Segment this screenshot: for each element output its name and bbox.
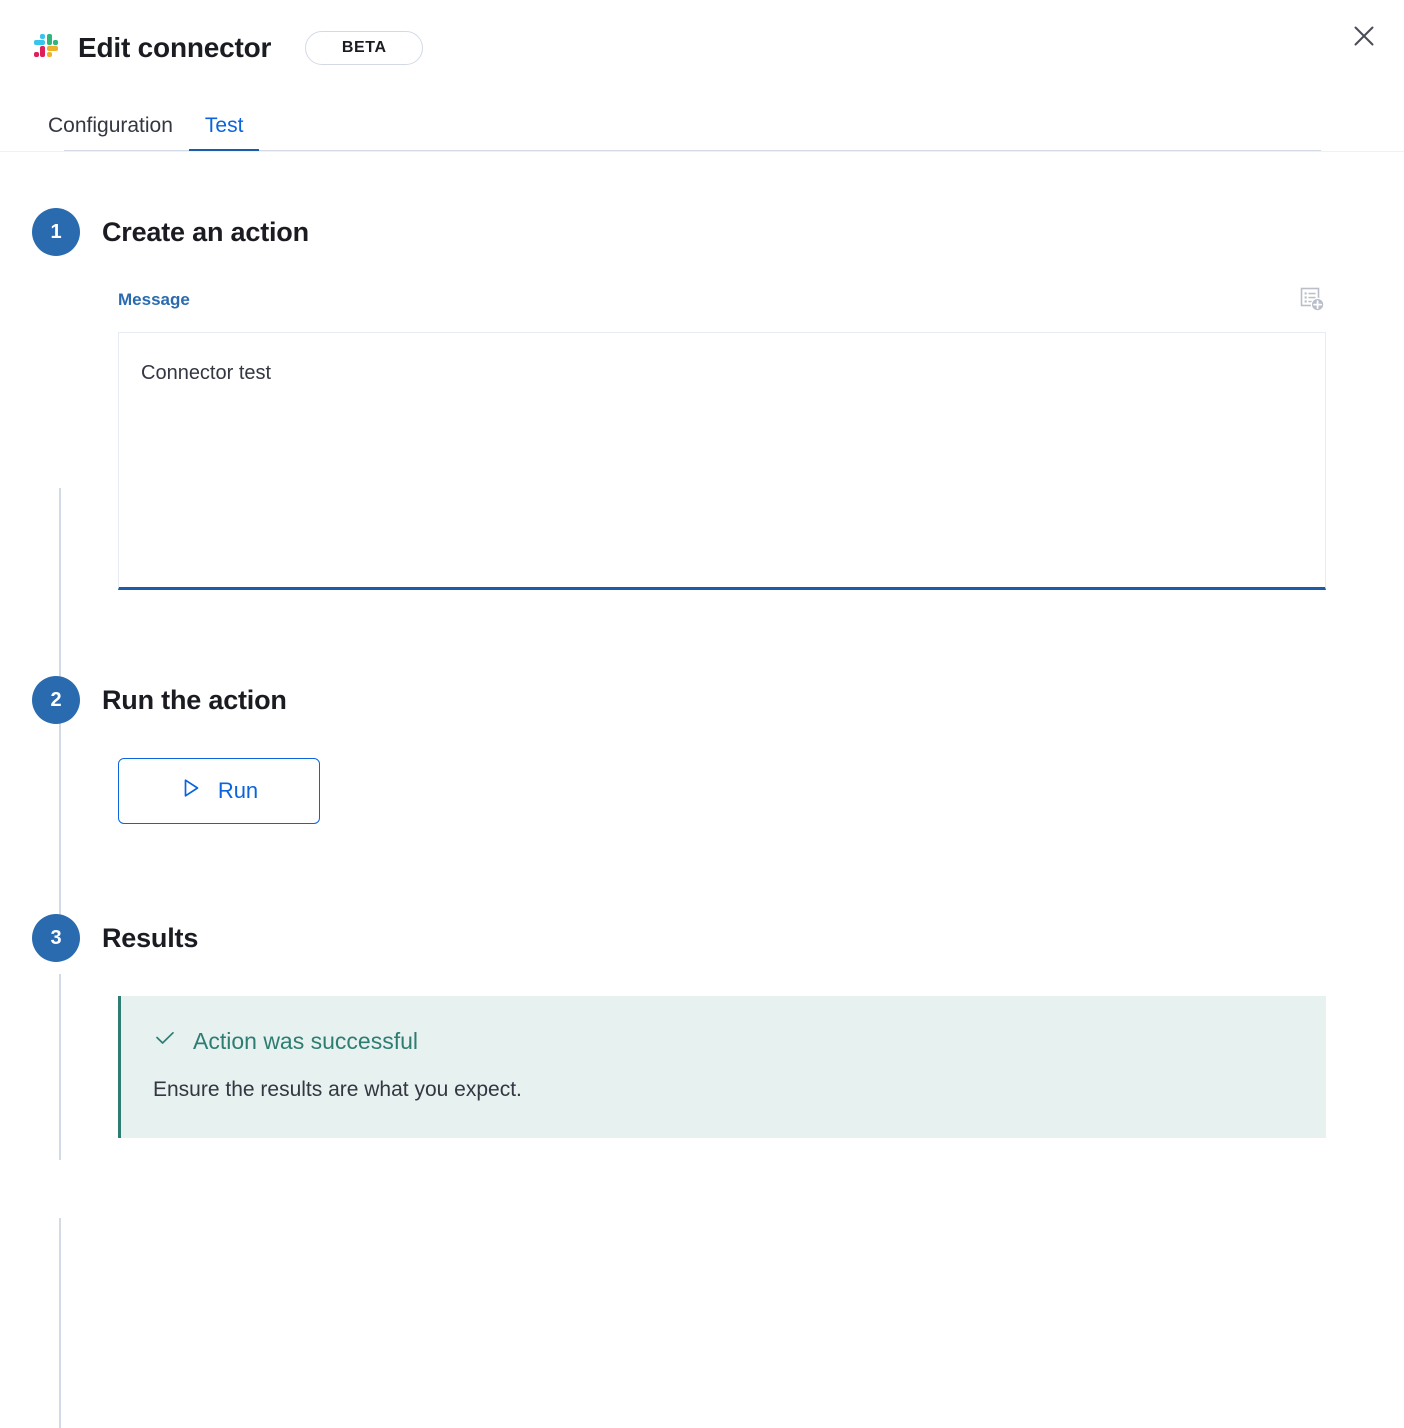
run-button-label: Run — [218, 778, 258, 804]
run-button[interactable]: Run — [118, 758, 320, 824]
step-connector-3-end — [59, 1218, 61, 1428]
beta-badge: BETA — [305, 31, 423, 65]
tab-bar: Configuration Test — [32, 94, 1372, 152]
step-2-header: 2 Run the action — [32, 676, 1372, 724]
step-1-body: Message — [118, 286, 1372, 590]
check-icon — [153, 1026, 177, 1056]
step-2-body: Run — [118, 758, 1372, 824]
message-textarea[interactable] — [119, 333, 1325, 587]
step-results: 3 Results Action was successful Ensure t… — [32, 914, 1372, 1138]
add-list-item-icon — [1299, 286, 1325, 315]
success-callout-text: Ensure the results are what you expect. — [153, 1076, 1294, 1104]
steps-container: 1 Create an action Message — [0, 208, 1404, 1138]
title-row: Edit connector BETA — [32, 24, 1372, 72]
add-variable-button[interactable] — [1298, 286, 1326, 314]
success-callout-title: Action was successful — [193, 1028, 418, 1055]
step-2-badge: 2 — [32, 676, 80, 724]
message-field-label-row: Message — [118, 286, 1326, 314]
success-callout-title-row: Action was successful — [153, 1026, 1294, 1056]
tab-test[interactable]: Test — [189, 115, 260, 152]
flyout-header: Edit connector BETA Configuration Test — [0, 0, 1404, 152]
step-3-body: Action was successful Ensure the results… — [118, 996, 1372, 1138]
step-create-an-action: 1 Create an action Message — [32, 208, 1372, 590]
step-3-badge: 3 — [32, 914, 80, 962]
slack-icon — [32, 34, 60, 62]
header-divider — [0, 151, 1404, 152]
page-title: Edit connector — [78, 33, 271, 64]
step-3-header: 3 Results — [32, 914, 1372, 962]
step-1-title: Create an action — [102, 217, 309, 248]
success-callout: Action was successful Ensure the results… — [118, 996, 1326, 1138]
close-button[interactable] — [1344, 16, 1384, 56]
step-2-title: Run the action — [102, 685, 287, 716]
step-run-the-action: 2 Run the action Run — [32, 676, 1372, 824]
tab-configuration[interactable]: Configuration — [32, 115, 189, 152]
message-field-label: Message — [118, 290, 190, 310]
step-1-header: 1 Create an action — [32, 208, 1372, 256]
step-3-title: Results — [102, 923, 198, 954]
message-textarea-wrapper[interactable] — [118, 332, 1326, 590]
play-icon — [180, 777, 202, 805]
step-1-badge: 1 — [32, 208, 80, 256]
close-icon — [1353, 25, 1375, 47]
